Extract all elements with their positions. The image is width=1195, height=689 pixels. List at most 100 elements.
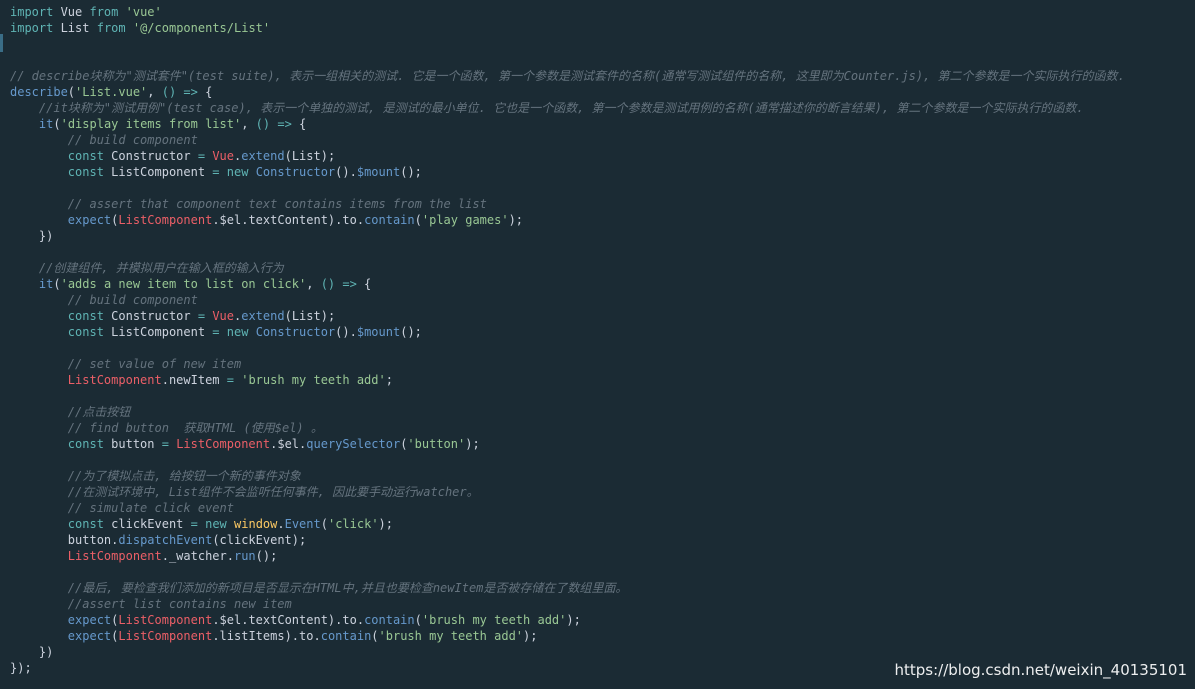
watermark-url: https://blog.csdn.net/weixin_40135101 — [894, 661, 1187, 679]
code-token-plain: newItem — [168, 373, 227, 387]
code-token-comment: //创建组件, 并模拟用户在输入框的输入行为 — [38, 261, 284, 275]
code-token-string: 'click' — [327, 517, 379, 531]
code-token-comment: //在测试环境中, List组件不会监听任何事件, 因此要手动运行watcher… — [67, 485, 479, 499]
code-line[interactable]: expect(ListComponent.$el.textContent).to… — [10, 212, 523, 228]
code-token-var: ListComponent — [67, 549, 162, 563]
code-line[interactable]: // set value of new item — [10, 356, 241, 372]
code-token-keyword: const — [67, 437, 104, 451]
code-token-op: = — [197, 309, 206, 323]
code-token-punct: , — [306, 277, 321, 291]
code-token-punct: ). — [327, 213, 343, 227]
code-token-func: Constructor — [255, 165, 336, 179]
code-token-string: 'brush my teeth add' — [378, 629, 524, 643]
code-token-keyword: import — [10, 21, 54, 35]
code-token-var: Vue — [212, 149, 234, 163]
code-token-comment: //点击按钮 — [67, 405, 131, 419]
code-token-var: ListComponent — [176, 437, 271, 451]
code-token-plain: ListComponent — [103, 325, 213, 339]
code-token-op: = — [212, 165, 220, 179]
code-token-func: run — [233, 549, 256, 563]
code-line[interactable]: // build component — [10, 132, 198, 148]
code-line[interactable]: // build component — [10, 292, 198, 308]
code-line[interactable]: it('display items from list', () => { — [10, 116, 306, 132]
code-token-func: extend — [241, 309, 285, 323]
code-line[interactable]: import Vue from 'vue' — [10, 4, 162, 20]
code-line[interactable]: //点击按钮 — [10, 404, 130, 420]
code-token-op: () => — [255, 117, 292, 131]
code-line[interactable]: }); — [10, 660, 32, 676]
code-token-func: $mount — [356, 325, 401, 339]
code-line[interactable]: //在测试环境中, List组件不会监听任何事件, 因此要手动运行watcher… — [10, 484, 479, 500]
code-token-comment: // build component — [67, 293, 198, 307]
code-line[interactable]: describe('List.vue', () => { — [10, 84, 212, 100]
code-token-plain: $el.textContent — [219, 213, 328, 227]
code-token-func: it — [38, 277, 54, 291]
code-token-keyword: new — [226, 325, 249, 339]
code-token-punct: ( — [53, 277, 61, 291]
code-line[interactable]: import List from '@/components/List' — [10, 20, 270, 36]
code-token-comment: //it块称为"测试用例"(test case), 表示一个单独的测试, 是测试… — [38, 101, 1084, 115]
code-line[interactable]: const ListComponent = new Constructor().… — [10, 164, 422, 180]
code-line[interactable]: ListComponent.newItem = 'brush my teeth … — [10, 372, 393, 388]
code-line[interactable]: }) — [10, 228, 53, 244]
code-line[interactable]: //创建组件, 并模拟用户在输入框的输入行为 — [10, 260, 284, 276]
code-token-op: () => — [320, 277, 357, 291]
code-token-punct: }) — [38, 229, 54, 243]
code-line[interactable]: // describe块称为"测试套件"(test suite), 表示一组相关… — [10, 68, 1125, 84]
code-token-plain: List — [53, 21, 97, 35]
code-token-punct: ( — [67, 85, 76, 99]
code-line[interactable]: it('adds a new item to list on click', (… — [10, 276, 371, 292]
code-line[interactable]: const ListComponent = new Constructor().… — [10, 324, 422, 340]
code-token-func: describe — [10, 85, 68, 99]
code-editor[interactable]: import Vue from 'vue' import List from '@… — [0, 0, 1195, 689]
code-token-punct: { — [197, 85, 213, 99]
code-line[interactable]: const Constructor = Vue.extend(List); — [10, 308, 335, 324]
code-line[interactable]: expect(ListComponent.listItems).to.conta… — [10, 628, 538, 644]
code-token-func: querySelector — [306, 437, 401, 451]
code-line[interactable]: button.dispatchEvent(clickEvent); — [10, 532, 306, 548]
code-line[interactable]: expect(ListComponent.$el.textContent).to… — [10, 612, 581, 628]
code-line[interactable]: // find button 获取HTML (使用$el) 。 — [10, 420, 323, 436]
code-token-var: Vue — [212, 309, 234, 323]
code-token-punct: ); — [508, 213, 524, 227]
code-line[interactable]: //为了模拟点击, 给按钮一个新的事件对象 — [10, 468, 301, 484]
code-token-punct: (clickEvent); — [212, 533, 307, 547]
code-token-punct: ( — [53, 117, 61, 131]
code-line[interactable]: const button = ListComponent.$el.querySe… — [10, 436, 480, 452]
code-line[interactable]: const clickEvent = new window.Event('cli… — [10, 516, 393, 532]
code-token-comment: // find button 获取HTML (使用$el) 。 — [67, 421, 323, 435]
code-line[interactable]: ListComponent._watcher.run(); — [10, 548, 278, 564]
code-token-punct: ( — [320, 517, 328, 531]
code-token-op: = — [212, 325, 220, 339]
code-line[interactable]: //it块称为"测试用例"(test case), 表示一个单独的测试, 是测试… — [10, 100, 1084, 116]
code-token-punct: . — [212, 629, 220, 643]
code-line[interactable]: //assert list contains new item — [10, 596, 292, 612]
code-token-punct: . — [313, 629, 321, 643]
code-line[interactable]: //最后, 要检查我们添加的新项目是否显示在HTML中,并且也要检查newIte… — [10, 580, 628, 596]
code-line[interactable]: // simulate click event — [10, 500, 234, 516]
code-token-punct: ); — [465, 437, 480, 451]
code-line[interactable]: const Constructor = Vue.extend(List); — [10, 148, 335, 164]
code-token-keyword: const — [67, 149, 104, 163]
code-line[interactable]: // assert that component text contains i… — [10, 196, 487, 212]
code-token-comment: // assert that component text contains i… — [67, 197, 487, 211]
code-line[interactable]: }) — [10, 644, 53, 660]
code-token-plain: to — [342, 213, 357, 227]
code-token-class: window — [234, 517, 278, 531]
code-token-op: = — [197, 149, 206, 163]
